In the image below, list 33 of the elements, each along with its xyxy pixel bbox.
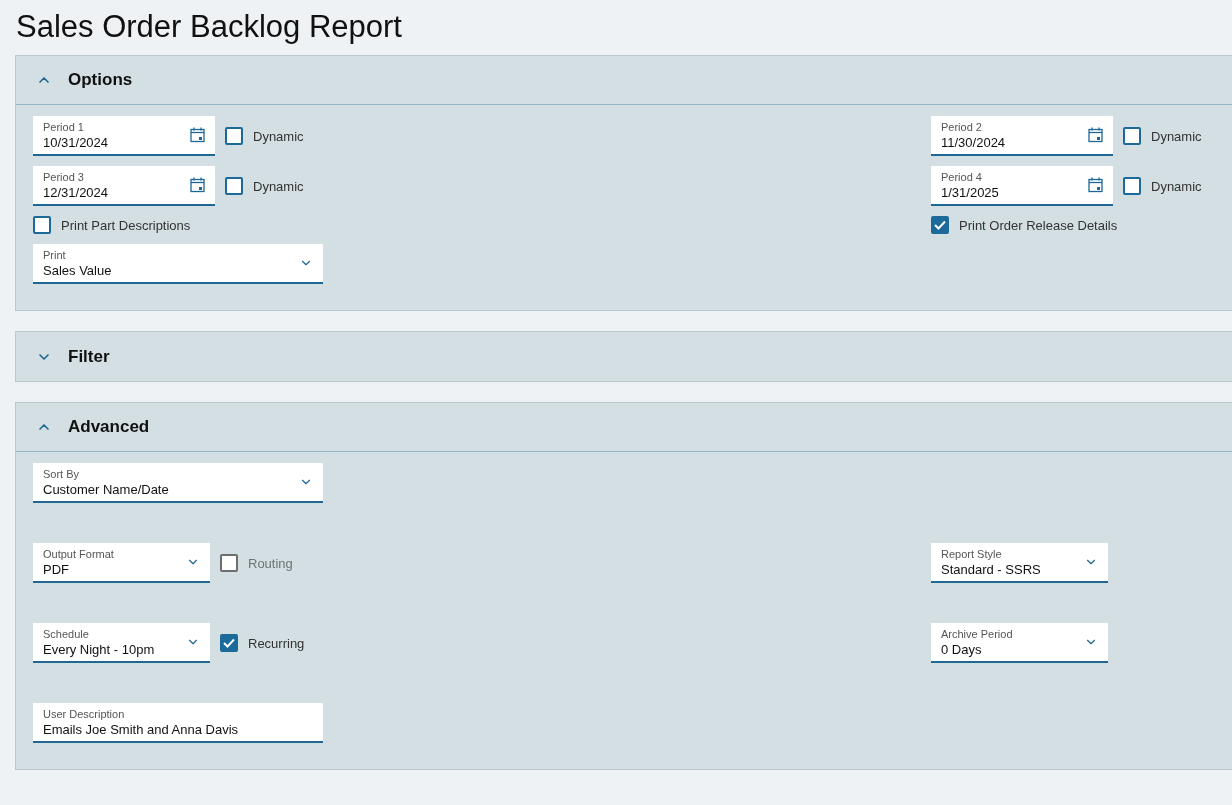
checkbox[interactable] [225,127,243,145]
dropdown-field[interactable]: Archive Period 0 Days [931,623,1108,663]
dropdown-field[interactable]: Output Format PDF [33,543,210,583]
date-field[interactable]: Period 4 1/31/2025 [931,166,1113,206]
checkbox-label[interactable]: Dynamic [225,127,304,145]
dropdown-field[interactable]: Schedule Every Night - 10pm [33,623,210,663]
checkbox-label[interactable]: Recurring [220,634,305,652]
section-header[interactable]: Filter [16,332,1232,381]
checkbox[interactable] [931,216,949,234]
checkbox-label[interactable]: Dynamic [1123,177,1202,195]
date-field[interactable]: Period 1 10/31/2024 [33,116,215,156]
calendar-icon[interactable] [190,127,205,143]
checkbox-label[interactable]: Print Order Release Details [931,216,1118,234]
checkbox[interactable] [33,216,51,234]
section-header[interactable]: Options [16,56,1232,105]
section-header[interactable]: Advanced [16,403,1232,452]
dropdown-field[interactable]: Report Style Standard - SSRS [931,543,1108,583]
checkbox[interactable] [1123,127,1141,145]
calendar-icon[interactable] [190,177,205,193]
checkbox-label[interactable]: Dynamic [1123,127,1202,145]
checkbox[interactable] [220,634,238,652]
calendar-icon[interactable] [1088,127,1103,143]
date-field[interactable]: Period 2 11/30/2024 [931,116,1113,156]
page-title: Sales Order Backlog Report [16,8,403,46]
date-field[interactable]: Period 3 12/31/2024 [33,166,215,206]
dropdown-field[interactable]: Sort By Customer Name/Date [33,463,323,503]
checkbox[interactable] [225,177,243,195]
checkbox-label[interactable]: Print Part Descriptions [33,216,191,234]
dropdown-field[interactable]: Print Sales Value [33,244,323,284]
input-field[interactable]: User Description Emails Joe Smith and Anna Davis [33,703,323,743]
calendar-icon[interactable] [1088,177,1103,193]
checkbox-label[interactable]: Dynamic [225,177,304,195]
checkbox[interactable] [1123,177,1141,195]
